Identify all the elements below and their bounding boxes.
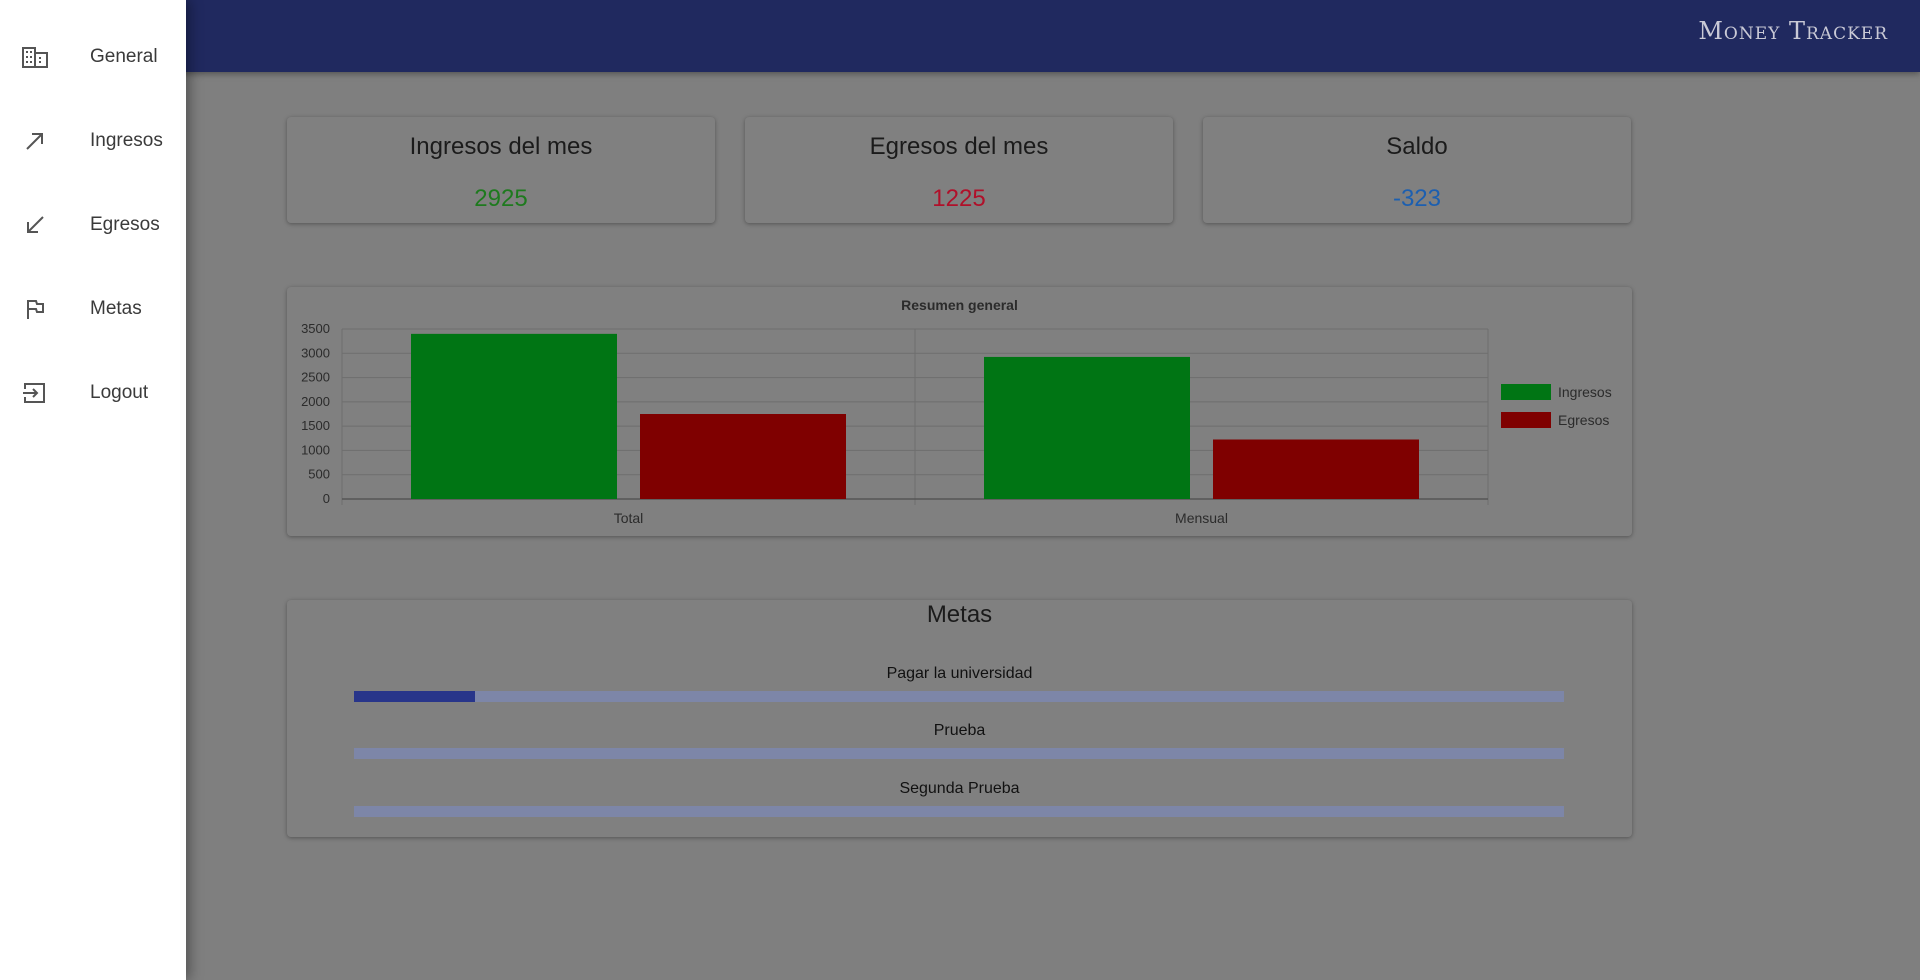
y-tick-label: 0 bbox=[323, 491, 330, 506]
bar-egresos-mensual bbox=[1213, 439, 1419, 499]
goal-progress-bar bbox=[354, 806, 1564, 817]
stat-title: Ingresos del mes bbox=[409, 133, 593, 160]
goal-progress-bar bbox=[354, 691, 1564, 702]
stat-value: -323 bbox=[1392, 185, 1442, 212]
bar-ingresos-mensual bbox=[984, 356, 1190, 499]
y-tick-label: 500 bbox=[308, 467, 330, 482]
sidebar-item-label: Ingresos bbox=[90, 130, 163, 151]
y-tick-label: 2000 bbox=[301, 394, 330, 409]
logo-text: Money Tracker bbox=[1698, 17, 1888, 45]
logout-icon bbox=[20, 381, 50, 405]
y-tick-label: 2500 bbox=[301, 370, 330, 385]
legend-swatch-egresos bbox=[1501, 412, 1551, 428]
flag-icon bbox=[20, 297, 50, 321]
goal-label: Prueba bbox=[933, 722, 986, 739]
stat-value: 2925 bbox=[474, 185, 528, 212]
sidebar-item-metas[interactable]: Metas bbox=[0, 281, 186, 337]
x-tick-label: Total bbox=[614, 510, 644, 526]
sidebar-item-logout[interactable]: Logout bbox=[0, 365, 186, 421]
sidebar-item-ingresos[interactable]: Ingresos bbox=[0, 113, 186, 169]
arrow-up-right-icon bbox=[20, 129, 50, 153]
legend-label: Egresos bbox=[1558, 412, 1609, 428]
stat-card-egresos: Egresos del mes 1225 bbox=[745, 117, 1173, 223]
bar-ingresos-total bbox=[411, 333, 617, 499]
stat-title: Saldo bbox=[1386, 133, 1448, 160]
metas-card: Metas Pagar la universidad Prueba Segund… bbox=[287, 600, 1632, 837]
goal-label: Pagar la universidad bbox=[886, 665, 1033, 682]
y-tick-label: 1000 bbox=[301, 442, 330, 457]
stat-value: 1225 bbox=[932, 185, 986, 212]
goal-label: Segunda Prueba bbox=[899, 780, 1020, 797]
y-tick-label: 1500 bbox=[301, 418, 330, 433]
bar-chart: 0 500 1000 1500 2000 2500 3000 3500 Total Mensual… bbox=[301, 321, 1612, 526]
stat-card-ingresos: Ingresos del mes 2925 bbox=[287, 117, 715, 223]
app-logo[interactable]: Money Tracker bbox=[1698, 17, 1888, 45]
sidebar-item-egresos[interactable]: Egresos bbox=[0, 197, 186, 253]
legend-swatch-ingresos bbox=[1501, 384, 1551, 400]
legend-label: Ingresos bbox=[1558, 384, 1612, 400]
bar-egresos-total bbox=[640, 414, 846, 499]
sidebar-item-label: General bbox=[90, 46, 158, 67]
sidebar-item-label: Egresos bbox=[90, 214, 160, 235]
building-icon bbox=[20, 45, 50, 69]
stat-title: Egresos del mes bbox=[869, 133, 1049, 160]
arrow-down-left-icon bbox=[20, 213, 50, 237]
goal-progress-fill bbox=[354, 691, 475, 702]
x-tick-label: Mensual bbox=[1175, 510, 1228, 526]
metas-title: Metas bbox=[926, 601, 993, 628]
chart-card: Resumen general 0 500 1000 1500 2000 2500 3000… bbox=[287, 287, 1632, 536]
stat-card-saldo: Saldo -323 bbox=[1203, 117, 1631, 223]
sidebar-item-label: Metas bbox=[90, 298, 142, 319]
sidebar-drawer: General Ingresos Egresos Metas Logout bbox=[0, 0, 186, 980]
y-tick-label: 3000 bbox=[301, 345, 330, 360]
y-tick-label: 3500 bbox=[301, 321, 330, 336]
goal-progress-bar bbox=[354, 748, 1564, 759]
sidebar-item-label: Logout bbox=[90, 382, 149, 403]
sidebar-item-general[interactable]: General bbox=[0, 29, 186, 85]
top-app-bar: Money Tracker bbox=[0, 0, 1920, 72]
